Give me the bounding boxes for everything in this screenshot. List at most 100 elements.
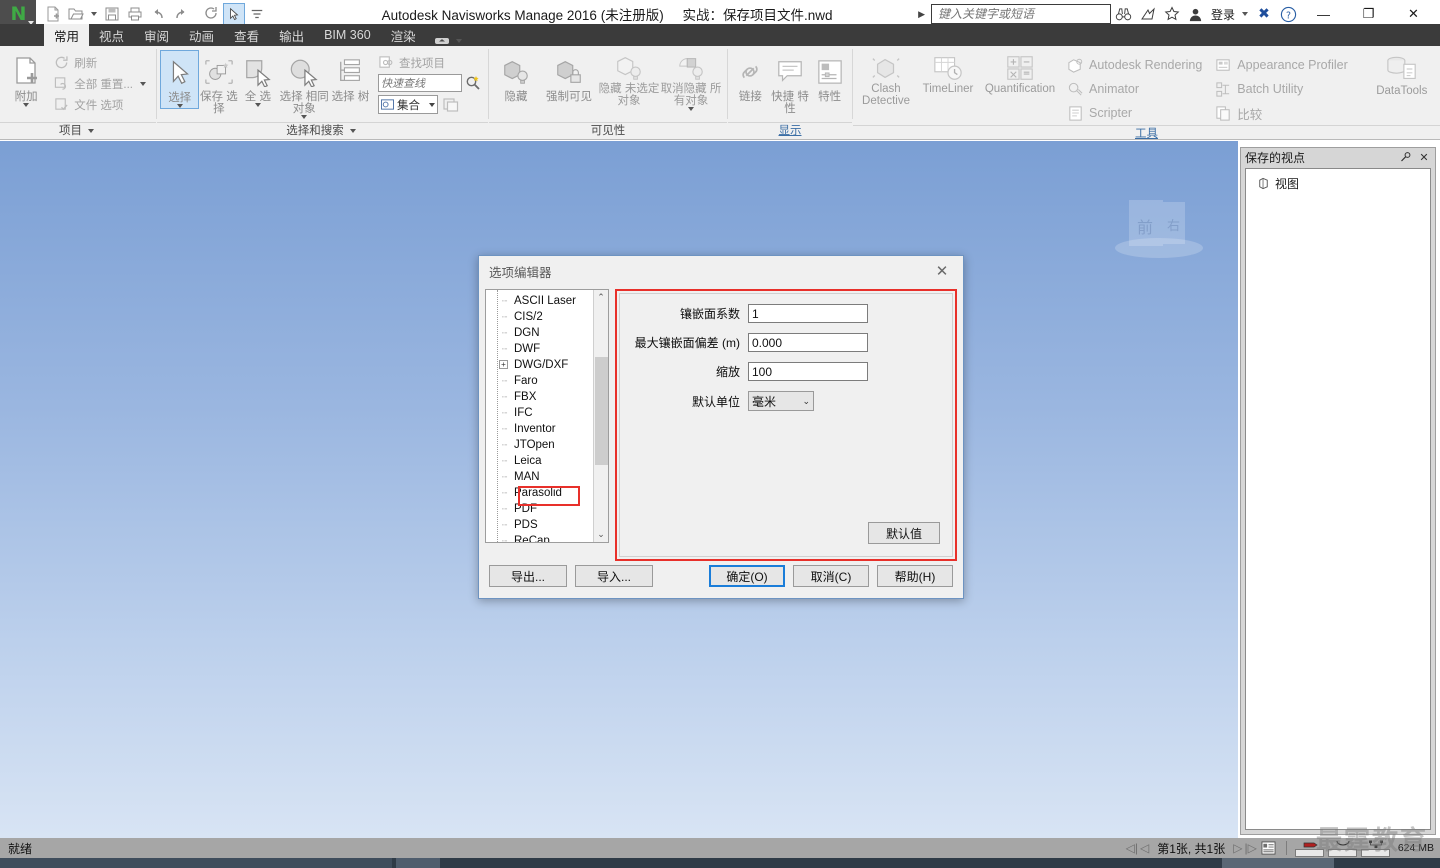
select-tool-button[interactable] — [223, 3, 245, 25]
tab-viewpoint[interactable]: 视点 — [89, 24, 134, 46]
chevron-down-icon[interactable] — [455, 38, 462, 43]
find-items-button[interactable]: 查找项目 — [374, 52, 485, 73]
compare-button[interactable]: 比较 — [1208, 101, 1353, 125]
tab-animation[interactable]: 动画 — [179, 24, 224, 46]
login-label[interactable]: 登录 — [1209, 6, 1237, 23]
tree-item-dwf[interactable]: ┈ DWF — [486, 341, 593, 357]
hide-unselected-button[interactable]: 隐藏 未选定对象 — [598, 50, 660, 107]
scroll-thumb[interactable] — [594, 357, 608, 465]
help-icon[interactable]: ? — [1277, 3, 1299, 25]
batch-utility-button[interactable]: Batch Utility — [1208, 77, 1353, 101]
export-button[interactable]: 导出... — [489, 565, 567, 587]
tab-home[interactable]: 常用 — [44, 24, 90, 46]
tree-item-ifc[interactable]: ┈ IFC — [486, 405, 593, 421]
defaults-button[interactable]: 默认值 — [868, 522, 940, 544]
tab-view[interactable]: 查看 — [224, 24, 269, 46]
close-icon[interactable]: ✕ — [921, 257, 963, 285]
cancel-button[interactable]: 取消(C) — [793, 565, 869, 587]
tree-item-dgn[interactable]: ┈ DGN — [486, 325, 593, 341]
sets-combo[interactable]: 集合 — [378, 95, 438, 114]
tree-item-leica[interactable]: ┈ Leica — [486, 453, 593, 469]
tree-item-recap[interactable]: ┈ ReCap — [486, 533, 593, 542]
chevron-down-icon[interactable] — [301, 115, 308, 119]
chevron-down-icon[interactable] — [688, 107, 694, 111]
quantification-button[interactable]: Quantification — [980, 50, 1060, 95]
max-facet-deviation-input[interactable]: 0.000 — [748, 333, 868, 352]
selection-tree-button[interactable]: 选择 树 — [331, 50, 370, 103]
chevron-down-icon[interactable] — [429, 102, 435, 107]
last-page-icon[interactable]: |▷ — [1244, 841, 1256, 855]
default-units-select[interactable]: 毫米 ⌄ — [748, 391, 814, 411]
print-document-button[interactable] — [124, 3, 146, 25]
chevron-down-icon[interactable] — [23, 103, 30, 107]
unhide-all-button[interactable]: 取消隐藏 所有对象 — [660, 50, 722, 111]
save-document-button[interactable] — [101, 3, 123, 25]
panel-title-display[interactable]: 显示 — [728, 122, 852, 139]
select-same-button[interactable]: 选择 相同对象 — [277, 50, 331, 119]
refresh-button[interactable]: 刷新 — [49, 52, 153, 73]
attach-button[interactable]: 附加 — [3, 50, 49, 107]
view-cube[interactable]: 前 右 — [1125, 196, 1191, 256]
appearance-profiler-button[interactable]: Appearance Profiler — [1208, 53, 1353, 77]
tree-item-ascii-laser[interactable]: ┈ ASCII Laser — [486, 293, 593, 309]
save-selection-button[interactable]: 保存 选择 — [199, 50, 238, 115]
pin-icon[interactable] — [1399, 150, 1413, 164]
viewpoints-list[interactable]: 视图 — [1245, 168, 1431, 830]
chevron-down-icon[interactable] — [1242, 12, 1248, 16]
import-button[interactable]: 导入... — [575, 565, 653, 587]
tab-review[interactable]: 审阅 — [134, 24, 179, 46]
ok-button[interactable]: 确定(O) — [709, 565, 785, 587]
links-button[interactable]: 链接 — [731, 50, 770, 103]
chevron-down-icon[interactable]: ⌄ — [802, 396, 810, 407]
tree-item-man[interactable]: ┈ MAN — [486, 469, 593, 485]
refresh-button[interactable] — [200, 3, 222, 25]
expand-icon[interactable]: + — [499, 360, 508, 369]
favorites-star-icon[interactable] — [1161, 3, 1183, 25]
communication-center-icon[interactable] — [1137, 3, 1159, 25]
select-button[interactable]: 选择 — [160, 50, 200, 109]
tree-item-pds[interactable]: ┈ PDS — [486, 517, 593, 533]
tree-item-cis2[interactable]: ┈ CIS/2 — [486, 309, 593, 325]
chevron-down-icon[interactable] — [91, 12, 97, 16]
autodesk-exchange-icon[interactable]: ✖ — [1253, 3, 1275, 25]
datatools-button[interactable]: DataTools — [1371, 50, 1433, 97]
qat-customize-button[interactable] — [246, 3, 268, 25]
new-document-button[interactable] — [42, 3, 64, 25]
animator-button[interactable]: Animator — [1060, 77, 1208, 101]
tree-scrollbar[interactable]: ⌃ ⌄ — [593, 290, 608, 542]
chevron-down-icon[interactable] — [176, 104, 183, 108]
quick-find-input[interactable]: 快速查线 — [378, 74, 462, 92]
file-options-button[interactable]: 文件 选项 — [49, 94, 153, 115]
hide-button[interactable]: 隐藏 — [492, 50, 540, 103]
tree-item-jtopen[interactable]: ┈ JTOpen — [486, 437, 593, 453]
quick-find-search-icon[interactable] — [465, 75, 481, 91]
scripter-button[interactable]: Scripter — [1060, 101, 1208, 125]
scroll-up-icon[interactable]: ⌃ — [594, 290, 609, 305]
redo-button[interactable] — [170, 3, 192, 25]
search-input[interactable] — [935, 6, 1106, 22]
chevron-right-icon[interactable]: ▶ — [914, 9, 929, 20]
options-tree[interactable]: ┈ ASCII Laser ┈ CIS/2 ┈ DGN ┈ DWF + DWG/DXF ┈… — [485, 289, 609, 543]
chevron-down-icon[interactable] — [349, 129, 356, 133]
tab-render[interactable]: 渲染 — [381, 24, 426, 46]
tab-output[interactable]: 输出 — [269, 24, 314, 46]
tree-item-fbx[interactable]: ┈ FBX — [486, 389, 593, 405]
sheet-browser-icon[interactable] — [1260, 841, 1278, 855]
scroll-down-icon[interactable]: ⌄ — [594, 527, 609, 542]
timeliner-button[interactable]: TimeLiner — [916, 50, 980, 95]
quick-properties-button[interactable]: 快捷 特性 — [770, 50, 811, 115]
ribbon-display-options[interactable] — [426, 35, 473, 46]
select-all-button[interactable]: 全 选 — [238, 50, 277, 107]
scroll-track[interactable] — [593, 305, 608, 527]
properties-button[interactable]: 特性 — [810, 50, 849, 103]
close-icon[interactable]: ✕ — [1417, 150, 1431, 164]
search-binoculars-icon[interactable] — [1113, 3, 1135, 25]
reset-all-button[interactable]: 全部 重置... — [49, 73, 153, 94]
dialog-title-bar[interactable]: 选项编辑器 ✕ — [479, 256, 963, 286]
next-page-icon[interactable]: ▷ — [1233, 841, 1242, 855]
tree-item-inventor[interactable]: ┈ Inventor — [486, 421, 593, 437]
previous-page-icon[interactable]: ◁ — [1140, 841, 1149, 855]
open-document-button[interactable] — [65, 3, 87, 25]
force-visible-button[interactable]: 强制可见 — [540, 50, 598, 103]
autodesk-rendering-button[interactable]: Autodesk Rendering — [1060, 53, 1208, 77]
